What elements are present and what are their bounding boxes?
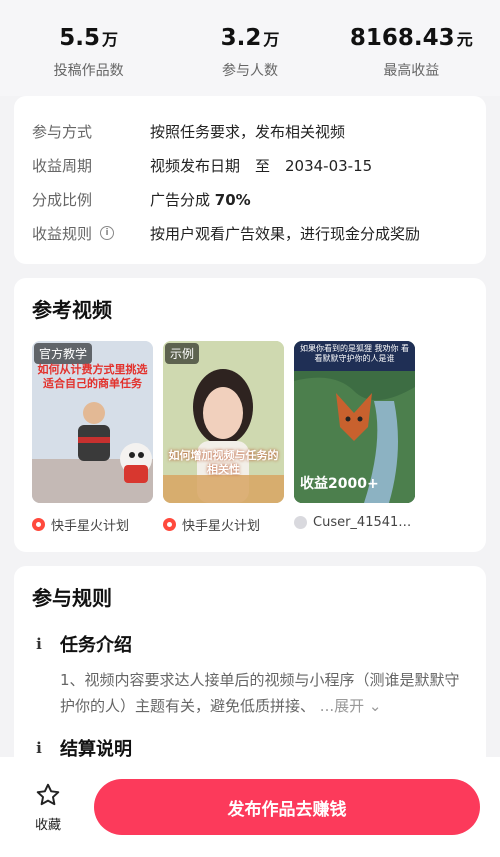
stat-submissions: 5.5 万 投稿作品数 <box>14 24 164 80</box>
stat-participants: 3.2 万 参与人数 <box>175 24 325 80</box>
info-value: 按用户观看广告效果，进行现金分成奖励 <box>150 224 421 243</box>
info-icon: i <box>36 635 42 653</box>
stat-value: 3.2 <box>220 25 262 51</box>
share-percent: 70% <box>214 190 251 209</box>
video-thumbnail[interactable]: 官方教学 如何从计费方式里挑选 适合自己的商单任务 <box>32 341 153 503</box>
kuaishou-logo-icon <box>32 518 45 531</box>
chevron-down-icon: ⌄ <box>368 697 382 715</box>
author-name: 快手星火计划 <box>51 519 130 534</box>
video-overlay-text: 如何从计费方式里挑选 适合自己的商单任务 <box>37 363 148 390</box>
bottom-action-bar: 收藏 发布作品去赚钱 <box>0 757 500 857</box>
stats-bar: 5.5 万 投稿作品数 3.2 万 参与人数 8168.43 元 最高收益 <box>0 0 500 96</box>
video-item[interactable]: 官方教学 如何从计费方式里挑选 适合自己的商单任务 快手星火计划 <box>32 341 153 534</box>
stat-label: 参与人数 <box>221 63 278 79</box>
author-name: 快手星火计划 <box>182 519 261 534</box>
reference-videos-card: 参考视频 官方教学 如何从计费方式里挑选 适合自己的商单任务 快手星火计划 示例… <box>14 278 486 552</box>
kuaishou-logo-icon <box>163 518 176 531</box>
info-circle-icon[interactable]: i <box>100 226 115 240</box>
video-overlay-text: 如何增加视频与任务的 相关性 <box>168 449 279 476</box>
stat-unit: 万 <box>102 30 119 49</box>
video-overlay-text: 如果你看到的是狐狸 我劝你 看看默默守护你的人是谁 <box>299 344 410 363</box>
author-name: Cuser_4154106... <box>313 515 415 530</box>
info-key: 收益规则 <box>32 224 93 243</box>
section-title: 参与规则 <box>32 586 112 610</box>
info-value: 视频发布日期 至 2034-03-15 <box>150 156 373 175</box>
rule-title: 任务介绍 <box>60 635 132 656</box>
rule-body: 1、视频内容要求达人接单后的视频与小程序（测谁是默默守护你的人）主题有关，避免低… <box>32 667 468 719</box>
share-prefix: 广告分成 <box>150 190 215 209</box>
info-key: 参与方式 <box>32 122 93 141</box>
section-title: 参考视频 <box>32 298 112 322</box>
user-avatar-icon <box>294 516 307 529</box>
star-icon <box>36 783 60 805</box>
video-author[interactable]: Cuser_4154106... <box>294 515 415 530</box>
video-item[interactable]: 示例 如何增加视频与任务的 相关性 快手星火计划 <box>163 341 284 534</box>
info-key: 收益周期 <box>32 156 93 175</box>
video-author[interactable]: 快手星火计划 <box>32 515 153 534</box>
favorite-label: 收藏 <box>34 817 61 833</box>
info-icon: i <box>36 739 42 757</box>
stat-max-income: 8168.43 元 最高收益 <box>336 24 486 80</box>
stat-label: 投稿作品数 <box>53 63 124 79</box>
stat-label: 最高收益 <box>383 63 440 79</box>
info-key: 分成比例 <box>32 190 93 209</box>
info-row-income-rule: 收益规则 i 按用户观看广告效果，进行现金分成奖励 <box>32 216 468 250</box>
favorite-button[interactable]: 收藏 <box>20 782 76 833</box>
rule-text: 1、视频内容要求达人接单后的视频与小程序（测谁是默默守护你的人）主题有关，避免低… <box>60 671 460 715</box>
stat-unit: 元 <box>456 30 473 49</box>
stat-value: 5.5 <box>59 25 101 51</box>
video-list: 官方教学 如何从计费方式里挑选 适合自己的商单任务 快手星火计划 示例 如何增加… <box>32 341 468 534</box>
video-thumbnail[interactable]: 示例 如何增加视频与任务的 相关性 <box>163 341 284 503</box>
expand-link[interactable]: ...展开 ⌄ <box>320 697 382 715</box>
video-tag: 示例 <box>165 343 200 364</box>
video-item[interactable]: 如果你看到的是狐狸 我劝你 看看默默守护你的人是谁 收益2000+ Cuser_… <box>294 341 415 534</box>
publish-earn-button[interactable]: 发布作品去赚钱 <box>94 779 480 835</box>
stat-unit: 万 <box>263 30 280 49</box>
info-row-share-ratio: 分成比例 广告分成 70% <box>32 182 468 216</box>
info-value: 按照任务要求，发布相关视频 <box>150 122 346 141</box>
stat-value: 8168.43 <box>349 25 455 51</box>
info-row-participation: 参与方式 按照任务要求，发布相关视频 <box>32 114 468 148</box>
task-info-card: 参与方式 按照任务要求，发布相关视频 收益周期 视频发布日期 至 2034-03… <box>14 96 486 264</box>
thumbnail-art <box>163 341 284 503</box>
video-author[interactable]: 快手星火计划 <box>163 515 284 534</box>
video-thumbnail[interactable]: 如果你看到的是狐狸 我劝你 看看默默守护你的人是谁 收益2000+ <box>294 341 415 503</box>
rule-task-intro-header: i 任务介绍 <box>32 631 468 657</box>
info-row-period: 收益周期 视频发布日期 至 2034-03-15 <box>32 148 468 182</box>
video-tag: 官方教学 <box>34 343 93 364</box>
info-value: 广告分成 70% <box>150 189 251 210</box>
income-badge: 收益2000+ <box>300 476 379 492</box>
